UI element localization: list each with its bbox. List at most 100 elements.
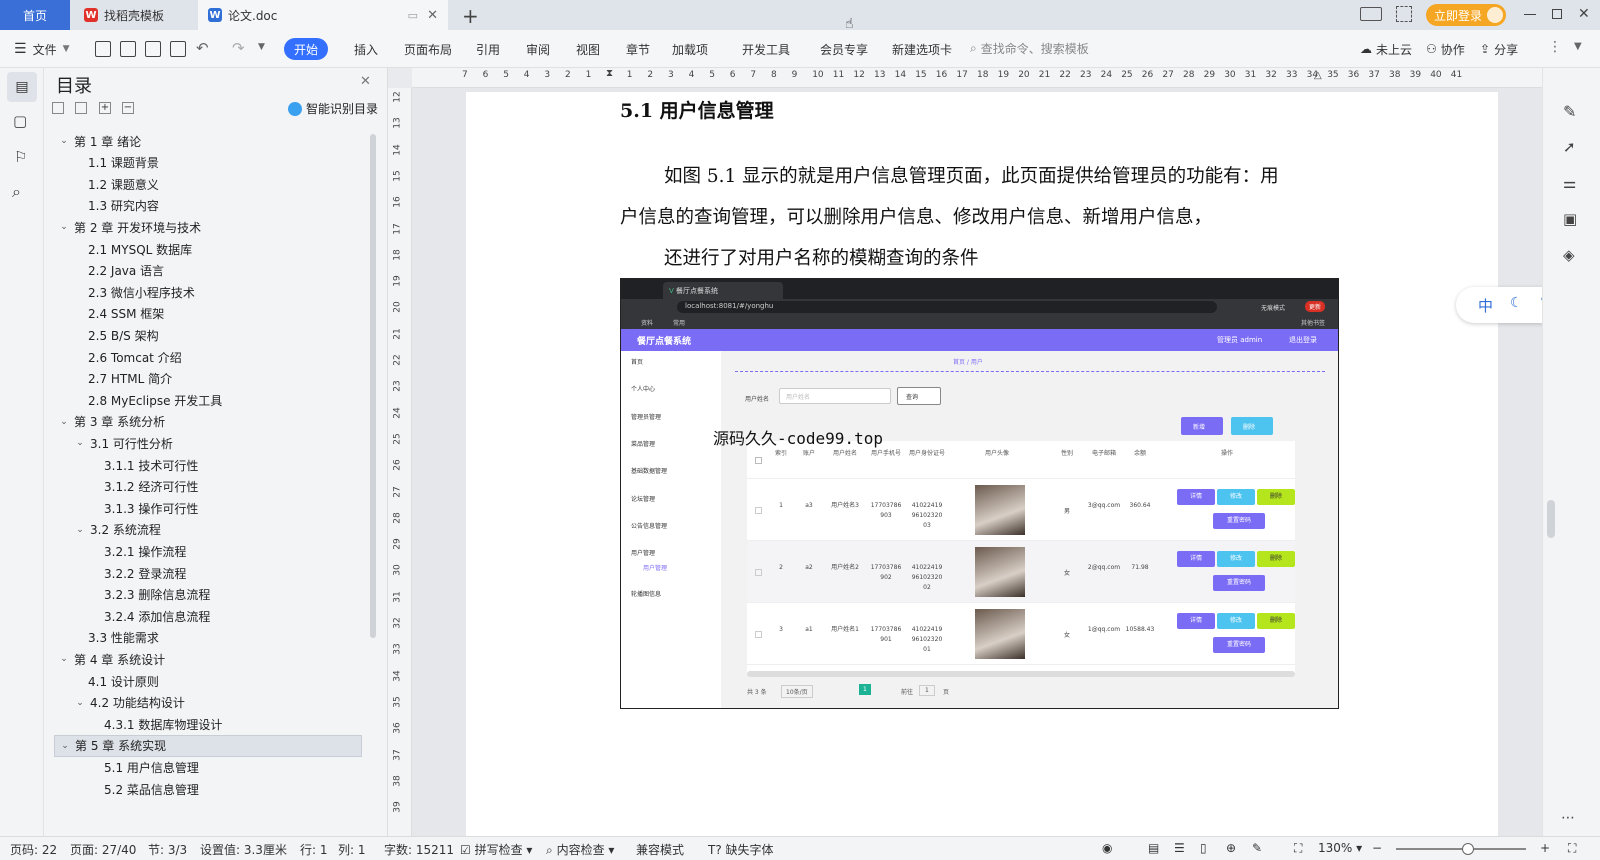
fit-icon[interactable]: ⛶	[1294, 841, 1302, 856]
new-tab-icon[interactable]: +	[462, 4, 479, 28]
ribbon-tab-0[interactable]: 开始	[284, 38, 329, 60]
adjust-icon[interactable]: ⚌	[1563, 174, 1576, 192]
ribbon-tab-8[interactable]: 开发工具	[732, 38, 800, 60]
find-icon[interactable]: ⌕	[12, 182, 21, 202]
toc-item[interactable]: 3.1.3 操作可行性	[44, 497, 198, 519]
toc-item[interactable]: 3.2.2 登录流程	[44, 562, 186, 584]
file-menu[interactable]: ☰ 文件 ▼	[14, 40, 70, 58]
horizontal-ruler[interactable]: 7 6 5 4 3 2 1 1 2 3 4 5 6 7 8 9 10 11 12 13 14 15 16 17 18 19 20 21…	[412, 68, 1542, 88]
tab-doc[interactable]: W 论文.doc ▭ ✕	[198, 0, 448, 30]
zoom-in-icon[interactable]: +	[1540, 841, 1550, 855]
toc-item[interactable]: ⌄ 第 5 章 系统实现	[54, 734, 362, 757]
toc-item[interactable]: 2.1 MYSQL 数据库	[44, 238, 192, 260]
more-icon[interactable]: ⋮	[1548, 39, 1562, 55]
toc-add-icon[interactable]: +	[99, 102, 111, 114]
toc-item[interactable]: 1.3 研究内容	[44, 195, 159, 217]
chevron-down-icon[interactable]: ⌄	[74, 697, 86, 709]
toc-item[interactable]: 1.2 课题意义	[44, 173, 159, 195]
login-button[interactable]: 立即登录	[1426, 4, 1506, 26]
toc-item[interactable]: ⌄ 3.1 可行性分析	[44, 432, 173, 454]
pin-icon[interactable]: ▭	[408, 9, 418, 22]
toc-item[interactable]: 2.3 微信小程序技术	[44, 281, 195, 303]
layout-icon[interactable]	[1360, 7, 1382, 21]
command-search[interactable]: ⌕ 查找命令、搜索模板	[970, 40, 1089, 57]
ribbon-tab-4[interactable]: 审阅	[516, 38, 560, 60]
toc-item[interactable]: 2.2 Java 语言	[44, 260, 164, 282]
toc-item[interactable]: 3.2.1 操作流程	[44, 540, 186, 562]
collab-button[interactable]: ⚇ 协作	[1426, 40, 1465, 58]
toc-remove-icon[interactable]: −	[122, 102, 134, 114]
zoom-slider[interactable]	[1396, 848, 1526, 850]
cloud-button[interactable]: ☁ 未上云	[1360, 40, 1412, 58]
ribbon-tab-2[interactable]: 页面布局	[394, 38, 462, 60]
minimize-icon[interactable]	[1524, 14, 1536, 15]
toc-item[interactable]: 3.2.3 删除信息流程	[44, 584, 210, 606]
embedded-screenshot[interactable]: V 餐厅点餐系统 localhost:8081/#/yonghu 无痕模式 更新…	[620, 278, 1339, 709]
ribbon-tab-10[interactable]: 新建选项卡	[882, 38, 962, 60]
toc-item[interactable]: 3.2.4 添加信息流程	[44, 605, 210, 627]
location-icon[interactable]: ◈	[1563, 246, 1575, 264]
chevron-down-icon[interactable]: ⌄	[58, 416, 70, 428]
redo-icon[interactable]: ↷	[232, 39, 245, 57]
toc-item[interactable]: ⌄ 3.2 系统流程	[44, 519, 161, 541]
restore-icon[interactable]	[1552, 9, 1562, 19]
toc-item[interactable]: ⌄ 4.2 功能结构设计	[44, 692, 185, 714]
toc-close-icon[interactable]: ✕	[360, 74, 371, 89]
eye-icon[interactable]: ◉	[1102, 841, 1112, 855]
status-pages[interactable]: 页面: 27/40	[70, 841, 136, 858]
toc-item[interactable]: 3.1.1 技术可行性	[44, 454, 198, 476]
zoom-level[interactable]: 130% ▾	[1318, 841, 1362, 855]
undo-icon[interactable]: ↶	[196, 39, 209, 57]
chapter-icon[interactable]: ▢	[13, 112, 27, 130]
toc-item[interactable]: 3.3 性能需求	[44, 627, 159, 649]
status-words[interactable]: 字数: 15211	[384, 841, 454, 858]
ribbon-tab-1[interactable]: 插入	[344, 38, 388, 60]
edit-icon[interactable]: ✎	[1563, 102, 1576, 121]
toc-item[interactable]: 5.1 用户信息管理	[44, 756, 199, 778]
chevron-down-icon[interactable]: ⌄	[58, 653, 70, 665]
toc-expand-icon[interactable]	[75, 102, 87, 114]
more-chevron-icon[interactable]: ▼	[258, 42, 265, 52]
content-check-button[interactable]: ⌕ 内容检查 ▾	[546, 841, 614, 858]
chevron-down-icon[interactable]: ⌄	[74, 437, 86, 449]
ribbon-tab-5[interactable]: 视图	[566, 38, 610, 60]
zoom-slider-thumb[interactable]	[1462, 843, 1474, 855]
toc-scrollbar[interactable]	[370, 134, 376, 638]
right-indent-icon[interactable]: △	[1314, 70, 1322, 81]
page-view-icon[interactable]: ▤	[1148, 841, 1159, 855]
print-icon[interactable]	[145, 41, 161, 57]
read-view-icon[interactable]: ▯	[1200, 841, 1207, 855]
collapse-ribbon-icon[interactable]: ▼	[1574, 41, 1582, 52]
toc-item[interactable]: 3.1.2 经济可行性	[44, 476, 198, 498]
ribbon-tab-7[interactable]: 加载项	[662, 38, 718, 60]
settings-dots-icon[interactable]: ⋯	[1561, 810, 1575, 826]
toc-item[interactable]: 1.1 课题背景	[44, 152, 159, 174]
toc-item[interactable]: ⌄ 第 4 章 系统设计	[44, 648, 165, 670]
select-icon[interactable]: ➚	[1563, 138, 1576, 156]
toc-item[interactable]: 2.7 HTML 简介	[44, 368, 172, 390]
ribbon-tab-6[interactable]: 章节	[616, 38, 660, 60]
image-icon[interactable]: ▣	[1563, 210, 1577, 228]
chevron-down-icon[interactable]: ⌄	[58, 221, 70, 233]
tab-home[interactable]: 首页	[0, 0, 70, 30]
missing-font-button[interactable]: T? 缺失字体	[708, 841, 774, 858]
toc-item[interactable]: ⌄ 第 2 章 开发环境与技术	[44, 216, 201, 238]
toc-item[interactable]: 4.1 设计原则	[44, 670, 159, 692]
ribbon-tab-3[interactable]: 引用	[466, 38, 510, 60]
toc-item[interactable]: ⌄ 第 1 章 绪论	[44, 130, 141, 152]
export-pdf-icon[interactable]	[120, 41, 136, 57]
page-scrollbar[interactable]	[1547, 500, 1555, 538]
smart-toc-button[interactable]: 智能识别目录	[288, 100, 378, 117]
bookmark-icon[interactable]: ⚐	[14, 148, 27, 166]
toc-icon[interactable]: ▤	[7, 72, 37, 102]
status-page-no[interactable]: 页码: 22	[10, 841, 57, 858]
share-button[interactable]: ⇪ 分享	[1480, 40, 1518, 58]
toc-item[interactable]: 2.6 Tomcat 介绍	[44, 346, 182, 368]
toc-item[interactable]: ⌄ 第 3 章 系统分析	[44, 411, 165, 433]
chevron-down-icon[interactable]: ⌄	[58, 135, 70, 147]
apps-grid-icon[interactable]	[1396, 6, 1412, 22]
toc-item[interactable]: 2.5 B/S 架构	[44, 324, 159, 346]
close-window-icon[interactable]: ✕	[1578, 6, 1590, 22]
zoom-out-icon[interactable]: −	[1372, 841, 1382, 855]
close-tab-icon[interactable]: ✕	[427, 8, 438, 23]
